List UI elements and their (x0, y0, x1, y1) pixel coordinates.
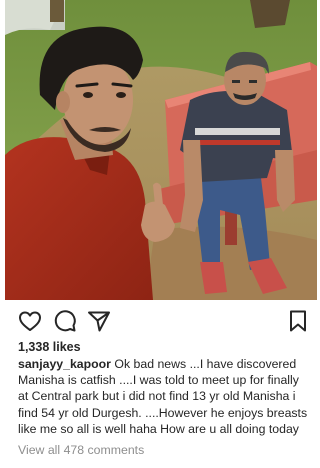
likes-count[interactable]: 1,338 likes (18, 340, 81, 354)
post-action-bar (0, 304, 317, 336)
paper-plane-icon[interactable] (86, 308, 112, 334)
caption-line-1: sanjayy_kapoor Ok bad news ...I have dis… (18, 356, 308, 372)
instagram-post: 1,338 likes sanjayy_kapoor Ok bad news .… (0, 0, 317, 468)
caption-line-4: find 54 yr old Durgesh. ....However he e… (18, 405, 308, 420)
view-all-comments-link[interactable]: View all 478 comments (18, 443, 144, 457)
post-photo[interactable] (5, 0, 317, 300)
comment-bubble-icon[interactable] (52, 308, 78, 334)
bookmark-icon[interactable] (285, 308, 311, 334)
caption-line-2: Manisha is catfish ....I was told to mee… (18, 373, 299, 388)
caption-line-3: at Central park but i did not find 13 yr… (18, 389, 296, 404)
post-caption: sanjayy_kapoor Ok bad news ...I have dis… (18, 356, 308, 437)
caption-text: Ok bad news ...I have discovered (110, 357, 297, 371)
heart-icon[interactable] (17, 308, 43, 334)
username-link[interactable]: sanjayy_kapoor (18, 357, 111, 371)
caption-line-5: like me so all is well haha How are u al… (18, 421, 299, 436)
